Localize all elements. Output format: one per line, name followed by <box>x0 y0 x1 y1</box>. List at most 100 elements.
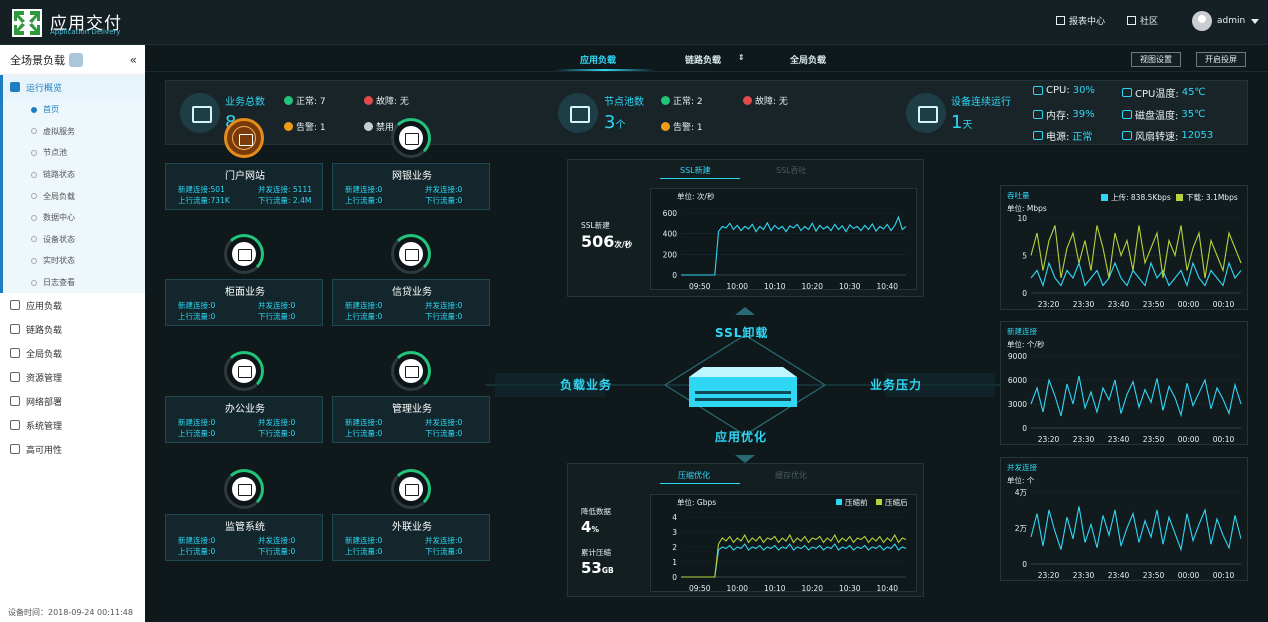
business-card[interactable]: 柜面业务 新建连接:0 并发连接:0 上行流量:0 下行流量:0 <box>165 279 323 326</box>
y-tick-label: 200 <box>663 250 678 259</box>
business-total-label: 业务总数 <box>225 97 265 108</box>
load-business-label: 负载业务 <box>560 378 613 392</box>
business-icon[interactable] <box>224 234 264 274</box>
memory-icon <box>1033 110 1043 119</box>
business-icon[interactable] <box>391 234 431 274</box>
bullet-icon <box>31 193 37 200</box>
sidebar-subitem-log-view[interactable]: 日志查看 <box>0 271 145 294</box>
business-card[interactable]: 监管系统 新建连接:0 并发连接:0 上行流量:0 下行流量:0 <box>165 514 323 561</box>
business-name: 管理业务 <box>392 404 432 415</box>
y-tick-label: 9000 <box>1008 352 1027 361</box>
new-connection-panel: 新建连接 单位: 个/秒 0 3000 6000 9000 23:20 23:30 23:4… <box>1000 321 1248 445</box>
sidebar-subitem-virtual-service[interactable]: 虚拟服务 <box>0 120 145 143</box>
tab-link-load[interactable]: 链路负载 <box>685 53 721 66</box>
user-avatar-icon[interactable] <box>1192 11 1212 31</box>
disk-icon <box>1122 110 1132 119</box>
sidebar-subitem-global-load[interactable]: 全局负载 <box>0 185 145 207</box>
sidebar-item-system[interactable]: 系统管理 <box>0 413 145 437</box>
concurrent-connections: 并发连接:0 <box>258 536 296 545</box>
concurrent-connections: 并发连接:0 <box>425 536 463 545</box>
y-tick-label: 1 <box>672 558 677 567</box>
sidebar-item-ha[interactable]: 高可用性 <box>0 437 145 461</box>
sidebar-item-link-load[interactable]: 链路负载 <box>0 317 145 341</box>
device-icon <box>906 93 946 133</box>
x-tick-label: 23:30 <box>1073 300 1095 309</box>
server-slot <box>695 398 791 401</box>
business-card[interactable]: 信贷业务 新建连接:0 并发连接:0 上行流量:0 下行流量:0 <box>332 279 490 326</box>
tab-cache[interactable]: 缓存优化 <box>775 470 807 481</box>
tab-app-load[interactable]: 应用负载 <box>580 53 616 66</box>
sidebar-subitem-node-pool[interactable]: 节点池 <box>0 142 145 164</box>
business-icon[interactable] <box>391 118 431 158</box>
business-card[interactable]: 办公业务 新建连接:0 并发连接:0 上行流量:0 下行流量:0 <box>165 396 323 443</box>
community-link[interactable]: 社区 <box>1127 14 1158 27</box>
series-line <box>1030 225 1242 279</box>
series-line <box>681 215 907 276</box>
sidebar-subitem-realtime-status[interactable]: 实时状态 <box>0 250 145 272</box>
sidebar-subitem-data-center[interactable]: 数据中心 <box>0 206 145 229</box>
total-compress-label: 累计压缩 <box>581 548 611 557</box>
uptime-label: 设备连续运行 <box>951 97 1011 108</box>
x-tick-label: 23:40 <box>1108 435 1130 444</box>
new-connections: 新建连接:0 <box>178 536 216 545</box>
business-card[interactable]: 门户网站 新建连接:501 并发连接: 5111 上行流量:731K 下行流量: 2.4… <box>165 163 323 210</box>
business-fault: 故障: 无 <box>364 94 409 107</box>
sidebar-subitem-link-status[interactable]: 链路状态 <box>0 163 145 186</box>
sidebar-item-network[interactable]: 网络部署 <box>0 389 145 413</box>
business-card[interactable]: 外联业务 新建连接:0 并发连接:0 上行流量:0 下行流量:0 <box>332 514 490 561</box>
gear-icon <box>10 420 20 431</box>
tab-global-load[interactable]: 全局负载 <box>790 53 826 66</box>
sidebar-item-overview[interactable]: 运行概览 <box>0 75 145 99</box>
y-tick-label: 0 <box>672 271 677 280</box>
view-settings-button[interactable]: 视图设置 <box>1131 52 1181 67</box>
tab-compression[interactable]: 压缩优化 <box>678 470 710 481</box>
y-tick-label: 2 <box>672 543 677 552</box>
y-tick-label: 3 <box>672 528 677 537</box>
username[interactable]: admin <box>1217 16 1245 26</box>
chevron-down-icon[interactable] <box>1251 19 1259 24</box>
business-card[interactable]: 网银业务 新建连接:0 并发连接:0 上行流量:0 下行流量:0 <box>332 163 490 210</box>
business-normal: 正常: 7 <box>284 94 326 107</box>
business-card[interactable]: 管理业务 新建连接:0 并发连接:0 上行流量:0 下行流量:0 <box>332 396 490 443</box>
bullet-icon <box>31 149 37 156</box>
sidebar-item-app-load[interactable]: 应用负载 <box>0 293 145 317</box>
business-icon[interactable] <box>224 351 264 391</box>
business-icon[interactable] <box>224 469 264 509</box>
throughput-chart: 0 5 10 23:20 23:30 23:40 23:50 00:00 00:10 <box>1017 214 1242 309</box>
sidebar-subitem-home[interactable]: 首页 <box>0 99 145 121</box>
total-compress-value: 53GB <box>581 559 614 577</box>
business-icon[interactable] <box>391 469 431 509</box>
link-icon <box>10 324 20 335</box>
tab-ssl-throughput[interactable]: SSL吞吐 <box>776 165 807 176</box>
check-icon <box>661 96 670 105</box>
screen-cast-button[interactable]: 开启投屏 <box>1196 52 1246 67</box>
sidebar-item-resource[interactable]: 资源管理 <box>0 365 145 389</box>
sidebar-subitem-device-status[interactable]: 设备状态 <box>0 228 145 251</box>
x-tick-label: 00:00 <box>1178 435 1200 444</box>
sidebar-item-global-load[interactable]: 全局负载 <box>0 341 145 365</box>
report-center-link[interactable]: 报表中心 <box>1056 14 1105 27</box>
tab-ssl-new[interactable]: SSL新建 <box>680 165 711 176</box>
business-icon[interactable] <box>224 118 264 158</box>
legend-label: 压缩前 <box>845 497 868 507</box>
concurrent-connections: 并发连接:0 <box>425 418 463 427</box>
concurrent-connections: 并发连接:0 <box>425 185 463 194</box>
downstream-traffic: 下行流量:0 <box>258 312 296 321</box>
concurrent-connections: 并发连接:0 <box>425 301 463 310</box>
legend-label: 压缩后 <box>885 497 908 507</box>
new-connection-chart: 0 3000 6000 9000 23:20 23:30 23:40 23:50 00:00 00… <box>1008 352 1242 444</box>
upstream-traffic: 上行流量:0 <box>345 547 383 556</box>
power-status: 电源: 正常 <box>1033 128 1092 143</box>
new-connection-title: 新建连接 <box>1007 327 1037 336</box>
business-icon[interactable] <box>391 351 431 391</box>
upstream-traffic: 上行流量:731K <box>178 196 230 205</box>
collapse-sidebar-icon[interactable]: « <box>130 53 137 67</box>
legend-swatch <box>1176 194 1183 201</box>
y-tick-label: 0 <box>1022 289 1027 298</box>
upstream-traffic: 上行流量:0 <box>345 312 383 321</box>
y-tick-label: 3000 <box>1008 400 1027 409</box>
x-tick-label: 23:30 <box>1073 435 1095 444</box>
business-name: 信贷业务 <box>392 287 432 298</box>
warning-icon <box>284 122 293 131</box>
tab-switch-icon[interactable]: ⇕ <box>738 53 745 62</box>
